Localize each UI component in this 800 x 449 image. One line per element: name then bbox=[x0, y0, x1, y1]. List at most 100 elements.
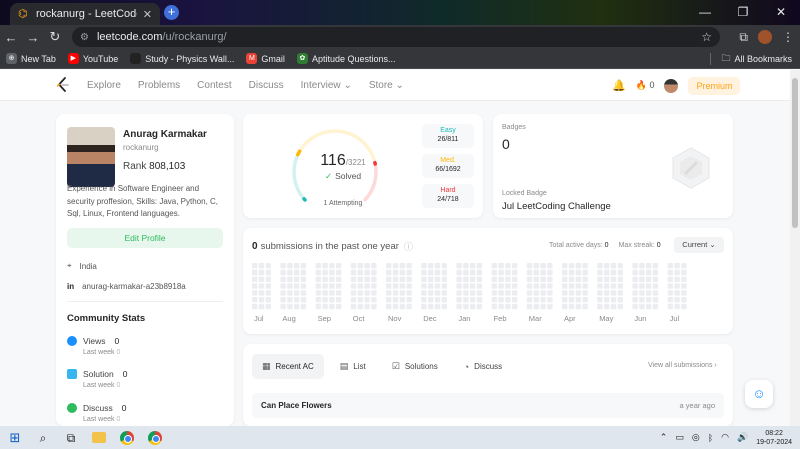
heatmap-cell bbox=[421, 283, 427, 289]
heatmap-cell bbox=[322, 263, 328, 269]
forward-icon[interactable]: → bbox=[22, 30, 44, 45]
new-tab-button[interactable]: + bbox=[164, 5, 179, 20]
tab-title: rockanurg - LeetCode Profile bbox=[36, 8, 137, 20]
year-select-dropdown[interactable]: Current ⌄ bbox=[674, 237, 724, 253]
ring-segment-easy-track bbox=[292, 155, 307, 202]
linkedin-row[interactable]: in anurag-karmakar-a23b8918a bbox=[67, 282, 186, 291]
tab-list[interactable]: ▤ List bbox=[330, 354, 376, 379]
heatmap-cell bbox=[392, 290, 399, 296]
problem-title[interactable]: Can Place Flowers bbox=[261, 401, 332, 410]
heatmap-cell bbox=[575, 303, 581, 310]
heatmap-cell bbox=[470, 303, 476, 310]
heatmap-cell bbox=[667, 283, 673, 289]
ring-segment-easy-solved bbox=[302, 197, 307, 202]
bookmark-new-tab[interactable]: ⊕ New Tab bbox=[6, 53, 56, 64]
heatmap-cell bbox=[476, 297, 483, 303]
windows-start-icon[interactable]: ⊞ bbox=[6, 429, 24, 447]
heatmap-cell bbox=[667, 303, 673, 310]
chrome-icon[interactable] bbox=[120, 430, 134, 445]
nav-problems[interactable]: Problems bbox=[138, 80, 180, 91]
tab-discuss[interactable]: ◔ Discuss bbox=[454, 354, 512, 379]
feedback-chat-button[interactable]: ☺ bbox=[745, 380, 773, 408]
file-explorer-icon[interactable] bbox=[92, 432, 106, 443]
locked-badge-hex-icon[interactable] bbox=[669, 146, 713, 190]
heatmap-cell bbox=[470, 269, 476, 276]
heatmap-cell bbox=[681, 276, 687, 282]
heatmap-cell bbox=[646, 263, 652, 269]
profile-avatar bbox=[67, 127, 115, 187]
heatmap-cell bbox=[547, 263, 553, 269]
extensions-icon[interactable]: ⧉ bbox=[739, 30, 748, 45]
solved-problems-card: 116/3221 ✓ Solved 1 Attempting Easy 26/81… bbox=[243, 114, 483, 218]
task-view-icon[interactable]: ⧉ bbox=[62, 429, 80, 447]
restore-icon[interactable]: ❐ bbox=[724, 0, 762, 25]
view-all-submissions-link[interactable]: View all submissions › bbox=[648, 362, 717, 369]
bookmark-youtube[interactable]: ▶ YouTube bbox=[67, 53, 118, 64]
search-icon[interactable]: ⌕ bbox=[34, 429, 52, 447]
heatmap-cell bbox=[421, 269, 427, 276]
address-bar[interactable]: ⚙ leetcode.com/u/rockanurg/ ☆ bbox=[72, 27, 720, 47]
heatmap-cell bbox=[568, 276, 575, 282]
minimize-icon[interactable]: — bbox=[686, 0, 724, 25]
bookmark-physics-wallah[interactable]: Study - Physics Wall... bbox=[130, 53, 234, 64]
leetcode-logo-icon[interactable] bbox=[56, 77, 70, 93]
nav-store[interactable]: Store ⌄ bbox=[369, 80, 404, 91]
page-scrollbar[interactable] bbox=[790, 70, 800, 426]
heatmap-cell bbox=[463, 297, 469, 303]
bookmark-star-icon[interactable]: ☆ bbox=[701, 30, 712, 44]
nav-interview[interactable]: Interview ⌄ bbox=[301, 80, 352, 91]
heatmap-cell bbox=[399, 276, 405, 282]
info-icon[interactable]: ⓘ bbox=[404, 240, 413, 253]
nav-discuss[interactable]: Discuss bbox=[249, 80, 284, 91]
tab-solutions[interactable]: ☑ Solutions bbox=[382, 354, 448, 379]
back-icon[interactable]: ← bbox=[0, 30, 22, 45]
heatmap-cell bbox=[258, 263, 265, 269]
heatmap-cell bbox=[610, 303, 617, 310]
camera-icon[interactable]: ◎ bbox=[692, 432, 700, 443]
close-window-icon[interactable]: ✕ bbox=[762, 0, 800, 25]
list-item[interactable]: Can Place Flowers a year ago bbox=[252, 393, 724, 418]
difficulty-hard[interactable]: Hard 24/718 bbox=[422, 184, 474, 208]
linkedin-text[interactable]: anurag-karmakar-a23b8918a bbox=[82, 282, 186, 291]
all-bookmarks[interactable]: 🗀 All Bookmarks bbox=[710, 49, 792, 69]
chevron-up-icon[interactable]: ⌃ bbox=[660, 432, 668, 443]
solved-label: ✓ Solved bbox=[324, 171, 362, 181]
heatmap-cell bbox=[604, 290, 610, 296]
profile-rank: Rank 808,103 bbox=[123, 161, 186, 172]
heatmap-cell bbox=[533, 297, 539, 303]
clock[interactable]: 08:22 19-07-2024 bbox=[756, 429, 792, 447]
streak-counter[interactable]: 🔥 0 bbox=[636, 80, 655, 91]
tab-recent-ac[interactable]: ▦ Recent AC bbox=[252, 354, 324, 379]
month-label: Jul bbox=[669, 314, 680, 323]
heatmap-cell bbox=[434, 290, 441, 296]
difficulty-medium[interactable]: Med. 66/1692 bbox=[422, 154, 474, 178]
edit-profile-button[interactable]: Edit Profile bbox=[67, 228, 223, 248]
bookmark-aptitude[interactable]: ✿ Aptitude Questions... bbox=[296, 53, 396, 64]
chrome-icon[interactable] bbox=[148, 430, 162, 445]
heatmap-cell bbox=[597, 297, 603, 303]
heatmap-cell bbox=[582, 283, 588, 289]
heatmap-cell bbox=[252, 303, 258, 310]
browser-tab[interactable]: ⌬ rockanurg - LeetCode Profile ✕ bbox=[10, 3, 160, 25]
nav-contest[interactable]: Contest bbox=[197, 80, 231, 91]
bookmark-gmail[interactable]: M Gmail bbox=[246, 53, 285, 64]
profile-avatar-icon[interactable] bbox=[758, 30, 772, 44]
recent-tabs: ▦ Recent AC ▤ List ☑ Solutions ◔ Discuss bbox=[252, 354, 512, 379]
wifi-icon[interactable]: ◠ bbox=[721, 432, 729, 443]
heatmap-cell bbox=[428, 303, 434, 310]
notification-bell-icon[interactable]: 🔔 bbox=[612, 79, 626, 92]
reload-icon[interactable]: ↻ bbox=[44, 29, 66, 45]
nav-explore[interactable]: Explore bbox=[87, 80, 121, 91]
bluetooth-icon[interactable]: ᛒ bbox=[708, 433, 713, 443]
battery-icon[interactable]: ▭ bbox=[675, 432, 684, 443]
site-info-icon[interactable]: ⚙ bbox=[80, 32, 89, 43]
scrollbar-thumb[interactable] bbox=[792, 78, 798, 228]
premium-button[interactable]: Premium bbox=[688, 76, 741, 95]
volume-icon[interactable]: 🔊 bbox=[737, 432, 748, 443]
heatmap-cell bbox=[406, 290, 412, 296]
menu-icon[interactable]: ⋮ bbox=[782, 30, 794, 44]
close-tab-icon[interactable]: ✕ bbox=[143, 8, 152, 21]
difficulty-easy[interactable]: Easy 26/811 bbox=[422, 124, 474, 148]
heatmap-cell bbox=[505, 290, 511, 296]
user-avatar-icon[interactable] bbox=[664, 78, 679, 93]
